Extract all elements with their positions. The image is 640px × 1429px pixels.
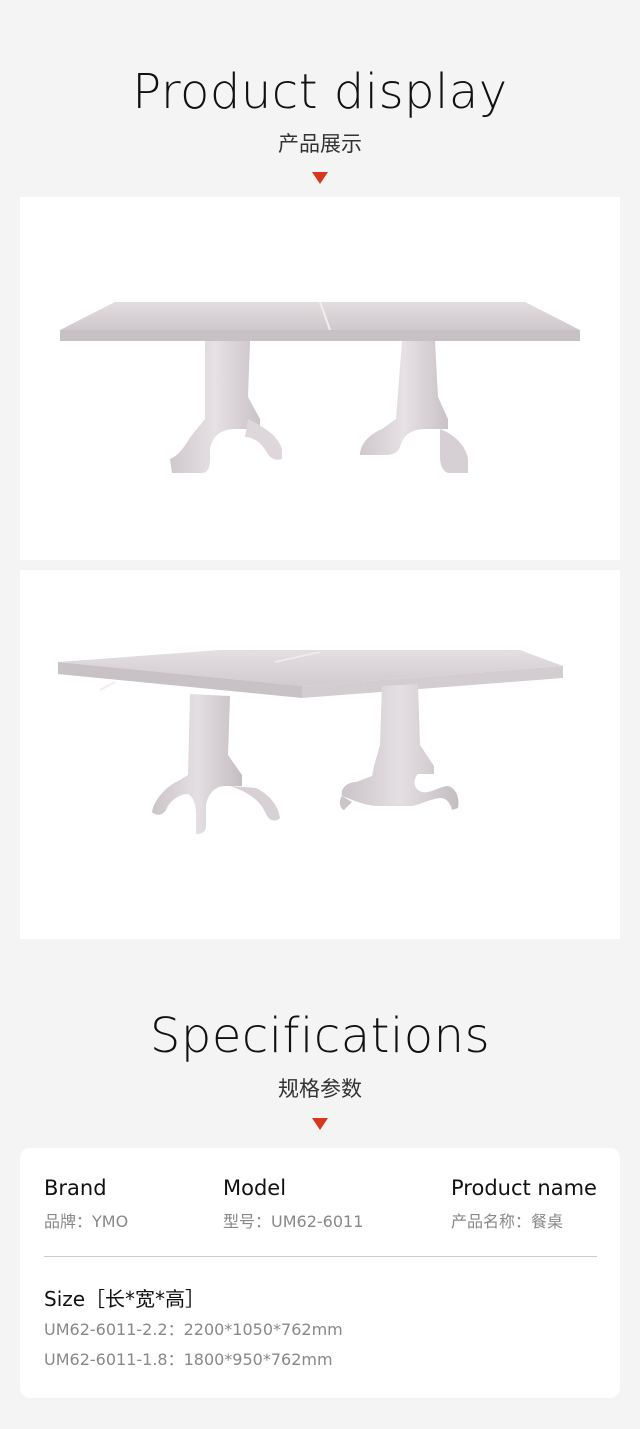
model-label: Model xyxy=(223,1176,287,1200)
size-value-1-8: UM62-6011-1.8：1800*950*762mm xyxy=(44,1350,333,1369)
product-name-value: 产品名称：餐桌 xyxy=(451,1212,564,1231)
size-value-2-2: UM62-6011-2.2：2200*1050*762mm xyxy=(44,1320,343,1339)
specifications-subtitle: 规格参数 xyxy=(278,1077,362,1101)
dining-table-angled-image xyxy=(58,650,563,834)
brand-label: Brand xyxy=(44,1176,107,1200)
spec-card: Brand 品牌：YMO Model 型号：UM62-6011 Product … xyxy=(20,1148,620,1398)
product-name-label: Product name xyxy=(451,1176,597,1200)
model-value: 型号：UM62-6011 xyxy=(223,1212,364,1231)
down-triangle-icon xyxy=(312,172,328,184)
product-photo-angled xyxy=(20,570,620,939)
specifications-title: Specifications xyxy=(149,1008,491,1064)
product-display-title: Product display xyxy=(132,64,508,120)
spec-divider xyxy=(44,1256,597,1257)
product-photo-front xyxy=(20,197,620,560)
brand-value: 品牌：YMO xyxy=(44,1212,129,1231)
product-display-subtitle: 产品展示 xyxy=(278,132,362,156)
dining-table-front-image xyxy=(60,301,580,473)
down-triangle-icon xyxy=(312,1118,328,1130)
size-label: Size［长*宽*高］ xyxy=(44,1287,206,1311)
